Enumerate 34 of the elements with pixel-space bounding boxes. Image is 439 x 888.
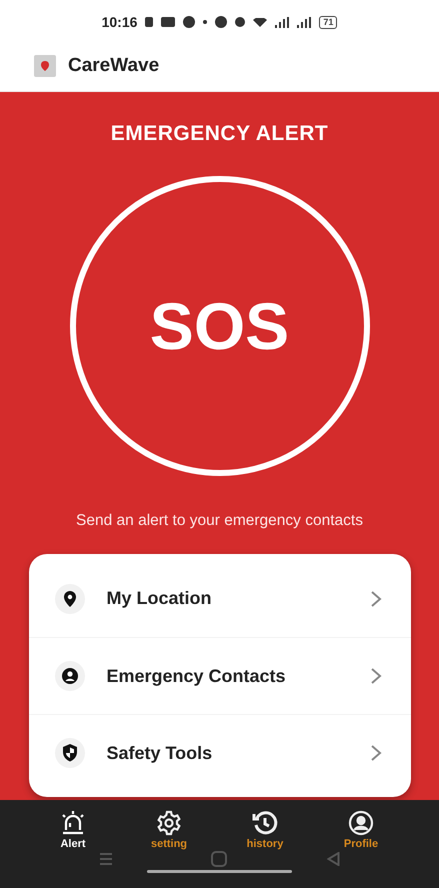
menu-label: My Location [106,588,213,609]
alert-caption: Send an alert to your emergency contacts [76,512,363,530]
signal-icon [297,16,312,28]
nav-tab[interactable]: history [235,810,295,850]
alert-title: EMERGENCY ALERT [110,122,328,146]
app-title: CareWave [68,54,160,76]
person-icon [54,661,84,691]
wifi-icon [253,18,268,26]
shield-icon [54,738,84,768]
chevron-right-icon [368,667,382,685]
signal-icon [275,16,290,28]
nav-tab[interactable]: Alert [43,810,103,850]
status-time: 10:16 [102,14,138,30]
chevron-right-icon [368,590,382,608]
menu-label: Safety Tools [106,742,214,764]
battery-level: 71 [319,16,338,28]
location-pin-icon [54,584,84,614]
back-icon[interactable] [326,852,340,866]
home-icon[interactable] [211,851,227,867]
menu-item[interactable]: My Location [28,560,410,637]
nav-tab[interactable]: Profile [331,810,391,850]
menu-item[interactable]: Emergency Contacts [28,637,410,714]
menu-item[interactable]: Safety Tools [28,714,410,791]
sos-button[interactable]: SOS [70,176,370,476]
settings-icon [156,810,182,836]
siren-icon [60,810,86,836]
profile-icon [348,810,374,836]
recents-icon[interactable] [100,853,112,865]
app-logo-icon [34,54,56,76]
menu-label: Emergency Contacts [106,666,287,686]
nav-tab[interactable]: setting [139,810,199,850]
history-icon [252,810,278,836]
dot-icon [203,20,208,24]
chevron-right-icon [368,744,382,762]
